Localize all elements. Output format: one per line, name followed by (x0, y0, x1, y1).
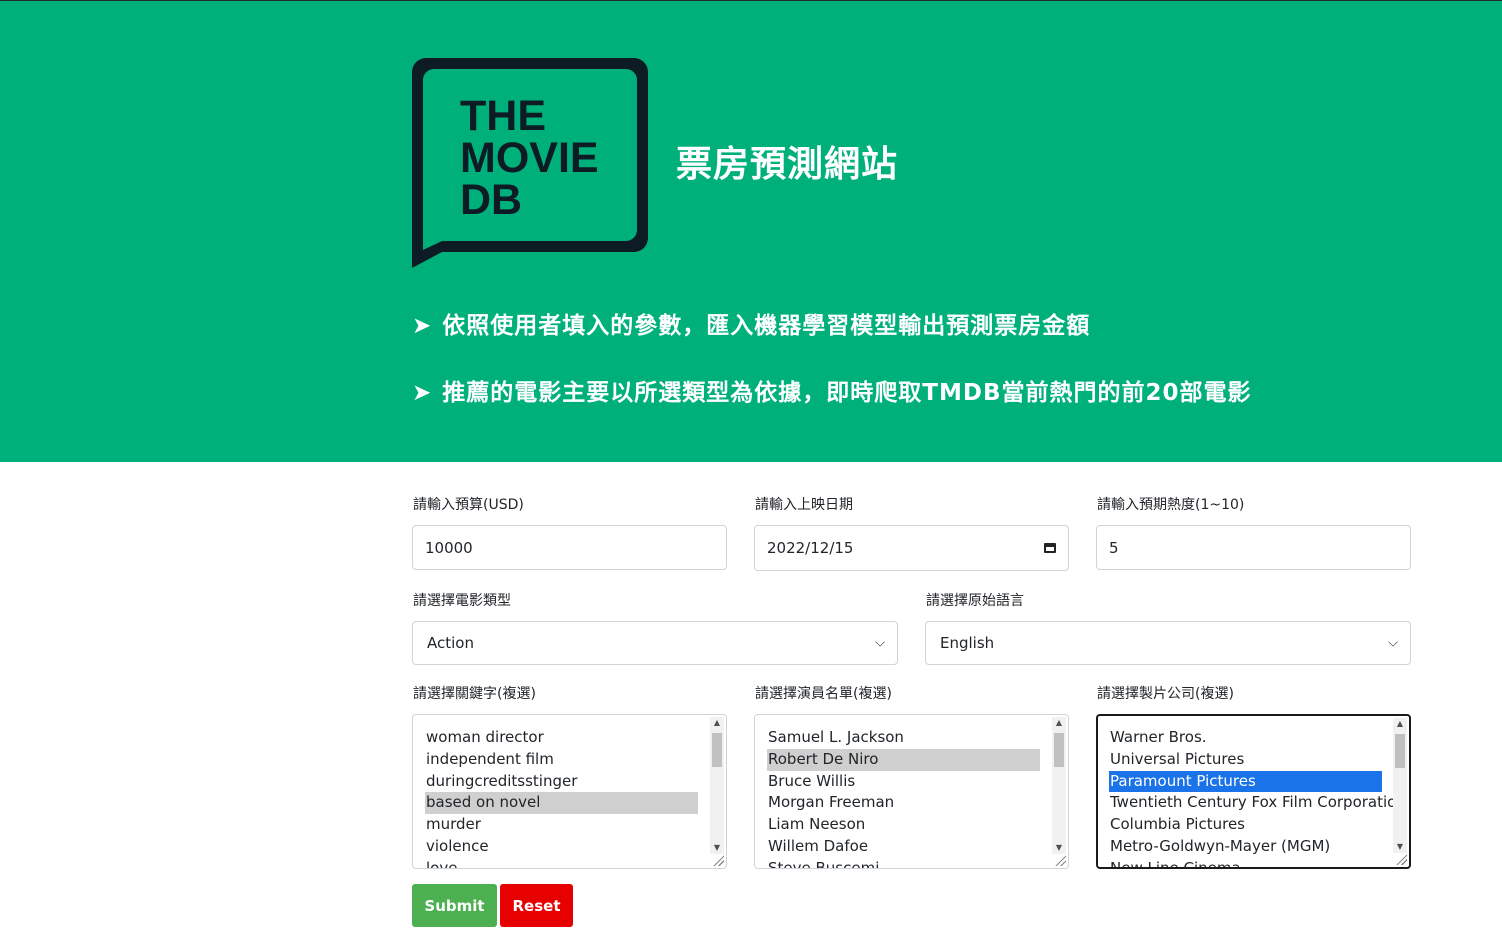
release-date-value: 2022/12/15 (767, 539, 854, 557)
release-date-input[interactable]: 2022/12/15 (754, 525, 1069, 571)
list-item[interactable]: woman director (425, 727, 698, 749)
companies-label: 請選擇製片公司(複選) (1097, 686, 1234, 702)
budget-label: 請輸入預算(USD) (413, 497, 524, 513)
scroll-down-icon[interactable]: ▼ (1393, 841, 1407, 853)
list-item[interactable]: Samuel L. Jackson (767, 727, 1040, 749)
list-item[interactable]: Morgan Freeman (767, 792, 1040, 814)
arrow-icon: ➤ (412, 313, 433, 339)
resize-grip-icon[interactable] (712, 854, 724, 866)
list-item-selected[interactable]: based on novel (425, 792, 698, 815)
site-title: 票房預測網站 (676, 144, 899, 185)
list-item[interactable]: Warner Bros. (1109, 727, 1382, 749)
scrollbar[interactable]: ▲ ▼ (1393, 718, 1407, 853)
list-item-selected[interactable]: Robert De Niro (767, 748, 1040, 771)
popularity-input[interactable]: 5 (1096, 525, 1411, 570)
keywords-label: 請選擇關鍵字(複選) (413, 686, 536, 702)
language-label: 請選擇原始語言 (926, 593, 1024, 609)
list-item[interactable]: New Line Cinema (1109, 858, 1382, 867)
tmdb-logo: THE MOVIE DB (412, 58, 648, 268)
resize-grip-icon[interactable] (1054, 854, 1066, 866)
scroll-down-icon[interactable]: ▼ (1052, 842, 1066, 854)
chevron-down-icon: ⌵ (1388, 635, 1398, 651)
list-item-selected[interactable]: Paramount Pictures (1109, 770, 1382, 793)
scroll-up-icon[interactable]: ▲ (710, 717, 724, 729)
list-item[interactable]: Universal Pictures (1109, 749, 1382, 771)
budget-value: 10000 (425, 538, 473, 557)
feature-text-2: 推薦的電影主要以所選類型為依據，即時爬取TMDB當前熱門的前20部電影 (442, 380, 1252, 406)
cast-label: 請選擇演員名單(複選) (755, 686, 892, 702)
scrollbar[interactable]: ▲ ▼ (1052, 717, 1066, 854)
companies-listbox[interactable]: Warner Bros. Universal Pictures Paramoun… (1096, 714, 1411, 869)
scroll-thumb[interactable] (1054, 733, 1064, 767)
list-item[interactable]: Twentieth Century Fox Film Corporation (1109, 792, 1406, 814)
list-item[interactable]: duringcreditsstinger (425, 771, 698, 793)
cast-listbox[interactable]: Samuel L. Jackson Robert De Niro Bruce W… (754, 714, 1069, 869)
logo-line-3: DB (460, 176, 522, 224)
list-item[interactable]: independent film (425, 749, 698, 771)
feature-text-1: 依照使用者填入的參數，匯入機器學習模型輸出預測票房金額 (442, 313, 1091, 339)
logo-line-2: MOVIE (460, 134, 599, 182)
calendar-icon[interactable] (1044, 543, 1056, 553)
logo-line-1: THE (460, 92, 546, 140)
scroll-thumb[interactable] (1395, 734, 1405, 768)
submit-button[interactable]: Submit (412, 884, 497, 927)
release-date-label: 請輸入上映日期 (755, 497, 853, 513)
scroll-up-icon[interactable]: ▲ (1393, 718, 1407, 730)
scroll-down-icon[interactable]: ▼ (710, 842, 724, 854)
genre-label: 請選擇電影類型 (413, 593, 511, 609)
arrow-icon: ➤ (412, 380, 433, 406)
list-item[interactable]: Bruce Willis (767, 771, 1040, 793)
scrollbar[interactable]: ▲ ▼ (710, 717, 724, 854)
resize-grip-icon[interactable] (1395, 853, 1407, 865)
genre-value: Action (427, 634, 474, 652)
popularity-value: 5 (1109, 538, 1119, 557)
list-item[interactable]: love (425, 858, 698, 868)
list-item[interactable]: murder (425, 814, 698, 836)
popularity-label: 請輸入預期熱度(1~10) (1097, 497, 1245, 513)
budget-input[interactable]: 10000 (412, 525, 727, 570)
language-select[interactable]: English ⌵ (925, 621, 1411, 665)
feature-line-1: ➤ 依照使用者填入的參數，匯入機器學習模型輸出預測票房金額 (412, 306, 1090, 340)
list-item[interactable]: violence (425, 836, 698, 858)
hero-banner: THE MOVIE DB 票房預測網站 ➤ 依照使用者填入的參數，匯入機器學習模型… (0, 0, 1502, 462)
chevron-down-icon: ⌵ (875, 635, 885, 651)
scroll-thumb[interactable] (712, 733, 722, 767)
scroll-up-icon[interactable]: ▲ (1052, 717, 1066, 729)
keywords-listbox[interactable]: woman director independent film duringcr… (412, 714, 727, 869)
list-item[interactable]: Columbia Pictures (1109, 814, 1382, 836)
language-value: English (940, 634, 995, 652)
list-item[interactable]: Metro-Goldwyn-Mayer (MGM) (1109, 836, 1382, 858)
list-item[interactable]: Willem Dafoe (767, 836, 1040, 858)
list-item[interactable]: Steve Buscemi (767, 858, 1040, 868)
list-item[interactable]: Liam Neeson (767, 814, 1040, 836)
genre-select[interactable]: Action ⌵ (412, 621, 898, 665)
reset-button[interactable]: Reset (500, 884, 573, 927)
feature-line-2: ➤ 推薦的電影主要以所選類型為依據，即時爬取TMDB當前熱門的前20部電影 (412, 373, 1252, 407)
